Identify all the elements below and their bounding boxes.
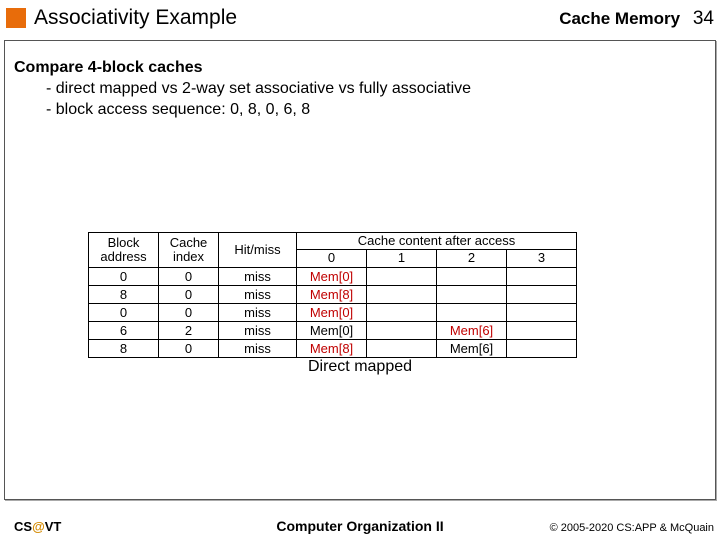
th-c0: 0 bbox=[297, 250, 367, 267]
body-line3: - block access sequence: 0, 8, 0, 6, 8 bbox=[46, 100, 706, 121]
th-hitmiss: Hit/miss bbox=[219, 233, 297, 268]
td-c0: Mem[0] bbox=[297, 321, 367, 339]
page-number: 34 bbox=[693, 8, 714, 29]
th-cache-index: Cache index bbox=[159, 233, 219, 268]
slide-title: Associativity Example bbox=[34, 6, 237, 30]
body-line2: - direct mapped vs 2-way set associative… bbox=[46, 79, 706, 100]
td-ba: 6 bbox=[89, 321, 159, 339]
td-ba: 8 bbox=[89, 285, 159, 303]
td-c1 bbox=[367, 303, 437, 321]
td-c1 bbox=[367, 339, 437, 357]
th-c3: 3 bbox=[507, 250, 577, 267]
td-ba: 0 bbox=[89, 267, 159, 285]
td-c2 bbox=[437, 303, 507, 321]
footer-left: CS@VT bbox=[14, 519, 61, 534]
td-hm: miss bbox=[219, 267, 297, 285]
td-ci: 2 bbox=[159, 321, 219, 339]
table-row: 80missMem[8] Mem[6] bbox=[89, 339, 577, 357]
td-c0: Mem[8] bbox=[297, 339, 367, 357]
td-ci: 0 bbox=[159, 285, 219, 303]
table-row: 00missMem[0] bbox=[89, 267, 577, 285]
table-row: 80missMem[8] bbox=[89, 285, 577, 303]
td-hm: miss bbox=[219, 321, 297, 339]
header-section-label: Cache Memory bbox=[559, 9, 680, 28]
td-ba: 8 bbox=[89, 339, 159, 357]
footer-right: © 2005-2020 CS:APP & McQuain bbox=[550, 522, 714, 534]
td-ba: 0 bbox=[89, 303, 159, 321]
td-c2 bbox=[437, 267, 507, 285]
td-c1 bbox=[367, 285, 437, 303]
td-ci: 0 bbox=[159, 267, 219, 285]
th-c1: 1 bbox=[367, 250, 437, 267]
th-c2: 2 bbox=[437, 250, 507, 267]
td-c3 bbox=[507, 285, 577, 303]
table-row: 62missMem[0] Mem[6] bbox=[89, 321, 577, 339]
footer-at-icon: @ bbox=[32, 519, 45, 534]
cache-table: Block address Cache index Hit/miss Cache… bbox=[88, 232, 577, 358]
slide-footer: Computer Organization II CS@VT © 2005-20… bbox=[0, 512, 720, 540]
td-c1 bbox=[367, 321, 437, 339]
td-c0: Mem[0] bbox=[297, 303, 367, 321]
cache-table-head: Block address Cache index Hit/miss Cache… bbox=[89, 233, 577, 268]
td-c3 bbox=[507, 339, 577, 357]
td-ci: 0 bbox=[159, 339, 219, 357]
td-c1 bbox=[367, 267, 437, 285]
td-c0: Mem[0] bbox=[297, 267, 367, 285]
td-c2: Mem[6] bbox=[437, 339, 507, 357]
td-c3 bbox=[507, 303, 577, 321]
th-block-address: Block address bbox=[89, 233, 159, 268]
accent-square-icon bbox=[6, 8, 26, 28]
td-ci: 0 bbox=[159, 303, 219, 321]
footer-left-b: VT bbox=[45, 519, 62, 534]
td-hm: miss bbox=[219, 303, 297, 321]
th-content-group: Cache content after access bbox=[297, 233, 577, 250]
body-line1: Compare 4-block caches bbox=[14, 58, 706, 79]
cache-table-wrap: Block address Cache index Hit/miss Cache… bbox=[88, 232, 577, 358]
td-c2: Mem[6] bbox=[437, 321, 507, 339]
td-c0: Mem[8] bbox=[297, 285, 367, 303]
td-c3 bbox=[507, 267, 577, 285]
td-c3 bbox=[507, 321, 577, 339]
footer-left-a: CS bbox=[14, 519, 32, 534]
td-hm: miss bbox=[219, 339, 297, 357]
cache-table-body: 00missMem[0]80missMem[8]00missMem[0]62mi… bbox=[89, 267, 577, 357]
header-right: Cache Memory 34 bbox=[559, 8, 714, 30]
slide-header: Associativity Example Cache Memory 34 bbox=[0, 0, 720, 36]
slide-body: Compare 4-block caches - direct mapped v… bbox=[14, 58, 706, 120]
table-caption: Direct mapped bbox=[0, 358, 720, 376]
td-c2 bbox=[437, 285, 507, 303]
td-hm: miss bbox=[219, 285, 297, 303]
table-row: 00missMem[0] bbox=[89, 303, 577, 321]
